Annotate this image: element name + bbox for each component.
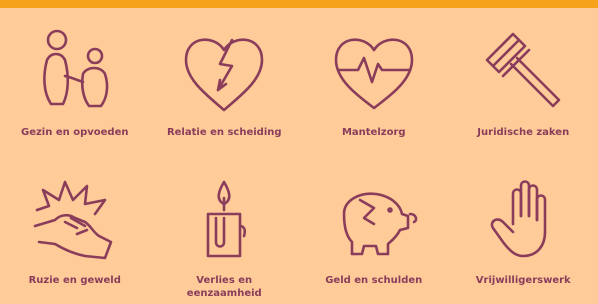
category-grid: Gezin en opvoeden Relatie en scheiding M… — [0, 8, 598, 304]
candle-icon — [206, 180, 247, 258]
category-vrijwilligerswerk[interactable]: Vrijwilligerswerk — [449, 158, 598, 304]
category-label: Vrijwilligerswerk — [475, 275, 571, 286]
piggy-bank-icon — [342, 192, 418, 256]
family-icon — [42, 29, 109, 108]
raised-hand-icon — [490, 180, 547, 258]
category-label: Verlies en eenzaamheid — [186, 275, 262, 299]
broken-heart-icon — [184, 38, 264, 112]
heart-pulse-icon — [334, 38, 414, 110]
gavel-icon — [485, 32, 561, 108]
category-ruzie-en-geweld[interactable]: Ruzie en geweld — [0, 158, 150, 304]
category-label: Geld en schulden — [325, 275, 423, 286]
category-gezin-en-opvoeden[interactable]: Gezin en opvoeden — [0, 8, 150, 158]
category-mantelzorg[interactable]: Mantelzorg — [299, 8, 449, 158]
category-geld-en-schulden[interactable]: Geld en schulden — [299, 158, 449, 304]
category-label: Gezin en opvoeden — [21, 127, 129, 138]
category-verlies-en-eenzaamheid[interactable]: Verlies en eenzaamheid — [150, 158, 300, 304]
category-relatie-en-scheiding[interactable]: Relatie en scheiding — [150, 8, 300, 158]
category-juridische-zaken[interactable]: Juridische zaken — [449, 8, 598, 158]
category-label: Ruzie en geweld — [28, 275, 121, 286]
category-label: Relatie en scheiding — [166, 127, 282, 138]
category-label: Mantelzorg — [341, 127, 406, 138]
fist-punch-icon — [33, 180, 113, 260]
top-accent-bar — [0, 0, 598, 8]
category-label: Juridische zaken — [477, 127, 570, 138]
